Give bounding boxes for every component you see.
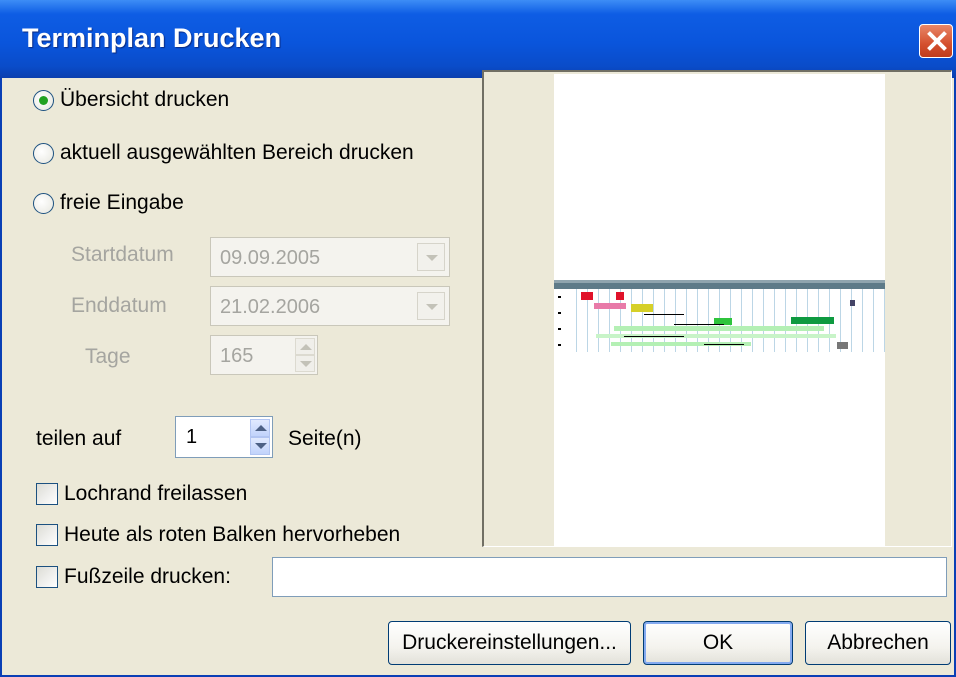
footer-text-input[interactable] (272, 557, 947, 597)
split-down-icon[interactable] (250, 437, 270, 455)
radio-free-input-label[interactable]: freie Eingabe (60, 191, 184, 215)
split-pages-value: 1 (186, 426, 198, 448)
days-up-icon[interactable] (295, 338, 315, 355)
radio-overview[interactable] (33, 90, 54, 111)
end-date-value: 21.02.2006 (220, 296, 321, 318)
radio-free-input[interactable] (33, 193, 54, 214)
gantt-thumbnail (554, 280, 885, 352)
split-unit-label: Seite(n) (288, 427, 362, 450)
start-date-label: Startdatum (71, 243, 174, 266)
days-down-icon[interactable] (295, 355, 315, 372)
radio-overview-label[interactable]: Übersicht drucken (60, 88, 229, 112)
split-up-icon[interactable] (250, 419, 270, 437)
end-date-picker[interactable]: 21.02.2006 (210, 286, 450, 326)
window-title: Terminplan Drucken (22, 23, 282, 53)
close-icon[interactable] (919, 24, 953, 58)
preview-page (554, 74, 885, 547)
print-dialog: Terminplan Drucken Übersicht drucken akt… (0, 0, 956, 677)
days-stepper[interactable]: 165 (210, 335, 318, 375)
punch-margin-label[interactable]: Lochrand freilassen (64, 482, 247, 506)
split-pages-stepper[interactable]: 1 (175, 416, 273, 458)
split-label: teilen auf (36, 427, 122, 450)
today-red-checkbox[interactable] (36, 524, 58, 546)
today-red-label[interactable]: Heute als roten Balken hervorheben (64, 523, 400, 547)
title-bar[interactable]: Terminplan Drucken (0, 0, 956, 78)
start-date-value: 09.09.2005 (220, 247, 321, 269)
days-label: Tage (85, 345, 131, 368)
end-date-dropdown-icon[interactable] (417, 292, 445, 320)
footer-label[interactable]: Fußzeile drucken: (64, 565, 231, 589)
cancel-button[interactable]: Abbrechen (805, 621, 951, 665)
printer-settings-button[interactable]: Druckereinstellungen... (388, 621, 631, 665)
start-date-picker[interactable]: 09.09.2005 (210, 237, 450, 277)
end-date-label: Enddatum (71, 294, 167, 317)
footer-checkbox[interactable] (36, 566, 58, 588)
ok-button[interactable]: OK (643, 621, 793, 665)
punch-margin-checkbox[interactable] (36, 483, 58, 505)
print-preview-pane (482, 70, 952, 547)
start-date-dropdown-icon[interactable] (417, 243, 445, 271)
radio-selected-range-label[interactable]: aktuell ausgewählten Bereich drucken (60, 141, 414, 165)
days-value: 165 (220, 345, 254, 367)
radio-selected-range[interactable] (33, 143, 54, 164)
